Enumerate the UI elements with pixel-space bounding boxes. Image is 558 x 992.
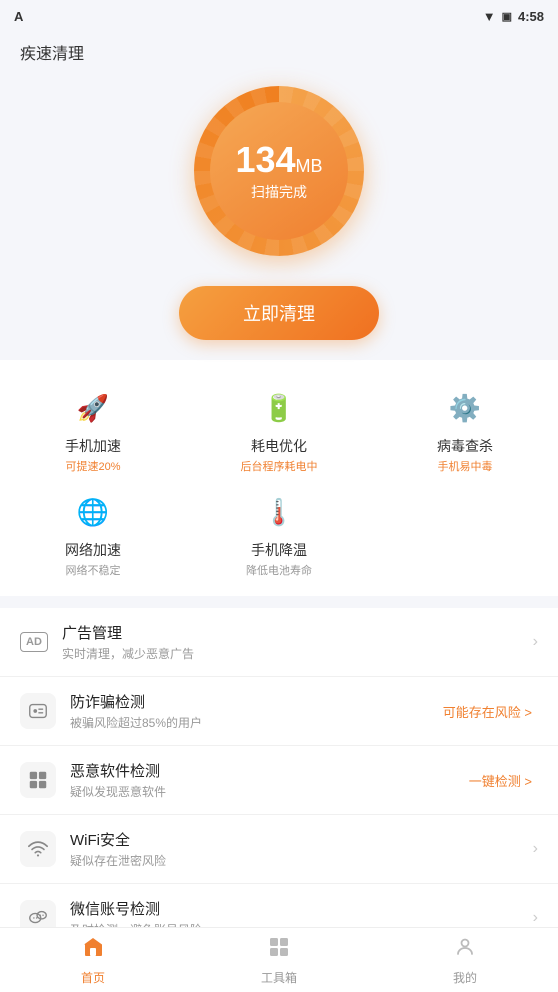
list-item-ad[interactable]: AD 广告管理 实时清理，减少恶意广告 › [0, 608, 558, 677]
list-item-malware[interactable]: 恶意软件检测 疑似发现恶意软件 一键检测 > [0, 746, 558, 815]
feature-battery-desc: 后台程序耗电中 [241, 458, 318, 474]
features-grid-row1: 🚀 手机加速 可提速20% 🔋 耗电优化 后台程序耗电中 ⚙️ 病毒查杀 手机易… [0, 378, 558, 482]
clean-btn-section: 立即清理 [0, 286, 558, 360]
list-item-wifi-subtitle: 疑似存在泄密风险 [70, 852, 533, 869]
signal-icon: ▣ [502, 10, 512, 23]
nav-tools-label: 工具箱 [261, 969, 297, 986]
bottom-nav: 首页 工具箱 我的 [0, 927, 558, 992]
feature-virus-icon: ⚙️ [443, 386, 487, 430]
scan-size: 134 [235, 140, 295, 180]
ad-badge: AD [20, 632, 48, 652]
list-item-fraud-content: 防诈骗检测 被骗风险超过85%的用户 [70, 691, 443, 731]
home-icon [81, 935, 105, 965]
status-right: ▼ ▣ 4:58 [483, 9, 544, 24]
list-item-ad-subtitle: 实时清理，减少恶意广告 [62, 645, 533, 662]
list-item-ad-title: 广告管理 [62, 622, 533, 643]
list-item-ad-arrow: › [533, 633, 538, 651]
scan-label: 扫描完成 [251, 182, 307, 202]
nav-tools[interactable]: 工具箱 [186, 935, 372, 986]
feature-speedup[interactable]: 🚀 手机加速 可提速20% [0, 378, 186, 482]
feature-placeholder [372, 482, 558, 586]
features-grid-row2: 🌐 网络加速 网络不稳定 🌡️ 手机降温 降低电池寿命 [0, 482, 558, 586]
scan-size-group: 134 MB [235, 140, 322, 180]
page-title: 疾速清理 [0, 32, 558, 76]
list-item-wifi[interactable]: WiFi安全 疑似存在泄密风险 › [0, 815, 558, 884]
tools-icon [267, 935, 291, 965]
nav-mine[interactable]: 我的 [372, 935, 558, 986]
scroll-content: 疾速清理 134 MB 扫描完成 立即清理 🚀 手机加速 可提速20% [0, 32, 558, 927]
feature-virus-desc: 手机易中毒 [438, 458, 493, 474]
list-section: AD 广告管理 实时清理，减少恶意广告 › 防诈骗检测 被骗风险超过85%的用户… [0, 608, 558, 927]
list-item-wechat-arrow: › [533, 909, 538, 927]
app-icon: A [14, 9, 23, 24]
list-item-fraud[interactable]: 防诈骗检测 被骗风险超过85%的用户 可能存在风险 > [0, 677, 558, 746]
nav-home-label: 首页 [81, 969, 105, 986]
list-item-fraud-action[interactable]: 可能存在风险 > [443, 702, 532, 721]
feature-network-icon: 🌐 [71, 490, 115, 534]
list-item-wifi-title: WiFi安全 [70, 829, 533, 850]
feature-virus[interactable]: ⚙️ 病毒查杀 手机易中毒 [372, 378, 558, 482]
malware-icon [20, 762, 56, 798]
feature-temp-name: 手机降温 [251, 540, 307, 560]
feature-network[interactable]: 🌐 网络加速 网络不稳定 [0, 482, 186, 586]
feature-battery-icon: 🔋 [257, 386, 301, 430]
list-item-wechat[interactable]: 微信账号检测 及时检测，避免账号风险 › [0, 884, 558, 927]
list-item-malware-content: 恶意软件检测 疑似发现恶意软件 [70, 760, 469, 800]
list-item-wifi-arrow: › [533, 840, 538, 858]
nav-home[interactable]: 首页 [0, 935, 186, 986]
feature-speedup-icon: 🚀 [71, 386, 115, 430]
list-item-malware-subtitle: 疑似发现恶意软件 [70, 783, 469, 800]
time-display: 4:58 [518, 9, 544, 24]
status-left: A [14, 9, 23, 24]
list-item-malware-action[interactable]: 一键检测 > [469, 771, 532, 790]
feature-network-desc: 网络不稳定 [66, 562, 121, 578]
feature-network-name: 网络加速 [65, 540, 121, 560]
clean-button[interactable]: 立即清理 [179, 286, 379, 340]
list-item-wifi-content: WiFi安全 疑似存在泄密风险 [70, 829, 533, 869]
feature-speedup-name: 手机加速 [65, 436, 121, 456]
list-item-fraud-subtitle: 被骗风险超过85%的用户 [70, 714, 443, 731]
scan-section: 134 MB 扫描完成 [0, 76, 558, 286]
feature-battery-name: 耗电优化 [251, 436, 307, 456]
scan-circle-outer: 134 MB 扫描完成 [194, 86, 364, 256]
feature-virus-name: 病毒查杀 [437, 436, 493, 456]
features-section: 🚀 手机加速 可提速20% 🔋 耗电优化 后台程序耗电中 ⚙️ 病毒查杀 手机易… [0, 360, 558, 596]
feature-temp[interactable]: 🌡️ 手机降温 降低电池寿命 [186, 482, 372, 586]
feature-battery[interactable]: 🔋 耗电优化 后台程序耗电中 [186, 378, 372, 482]
fraud-icon [20, 693, 56, 729]
nav-mine-label: 我的 [453, 969, 477, 986]
scan-circle-inner: 134 MB 扫描完成 [210, 102, 348, 240]
list-item-fraud-title: 防诈骗检测 [70, 691, 443, 712]
list-item-wechat-content: 微信账号检测 及时检测，避免账号风险 [70, 898, 533, 927]
wechat-icon [20, 900, 56, 927]
list-item-ad-content: 广告管理 实时清理，减少恶意广告 [62, 622, 533, 662]
scan-unit: MB [296, 156, 323, 177]
feature-temp-desc: 降低电池寿命 [246, 562, 312, 578]
list-item-wechat-title: 微信账号检测 [70, 898, 533, 919]
list-item-malware-title: 恶意软件检测 [70, 760, 469, 781]
status-bar: A ▼ ▣ 4:58 [0, 0, 558, 32]
wifi-icon: ▼ [483, 9, 496, 24]
feature-temp-icon: 🌡️ [257, 490, 301, 534]
mine-icon [453, 935, 477, 965]
wifi-security-icon [20, 831, 56, 867]
feature-speedup-desc: 可提速20% [65, 458, 120, 474]
